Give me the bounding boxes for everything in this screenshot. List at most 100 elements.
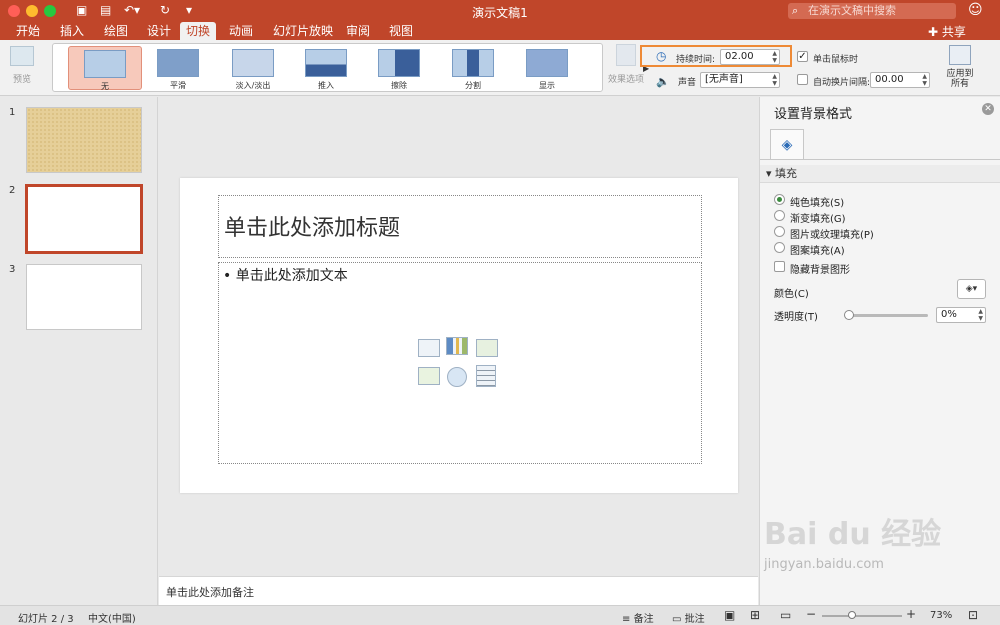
title-placeholder[interactable]: 单击此处添加标题 [218,195,702,258]
insert-chart-icon[interactable] [446,337,468,355]
duration-value: 02.00 [725,51,754,62]
notes-pane[interactable]: 单击此处添加备注 [159,576,758,605]
preview-button[interactable]: 预览 [6,44,38,85]
pattern-fill-label: 图案填充(A) [790,246,845,257]
watermark-brand: Bai du 经验 [764,517,942,552]
duration-stepper-icon[interactable]: ▲ ▼ [772,50,777,64]
hide-background-checkbox[interactable] [774,261,785,272]
content-placeholder[interactable]: • 单击此处添加文本 [218,262,702,464]
solid-fill-radio[interactable] [774,194,785,205]
color-picker-button[interactable]: ◈▾ [957,279,986,299]
tab-animations[interactable]: 动画 [223,22,259,40]
fill-paint-bucket-icon[interactable]: ◈ [770,129,804,159]
tab-review[interactable]: 审阅 [340,22,376,40]
picture-fill-label: 图片或纹理填充(P) [790,230,874,241]
notes-icon: ≡ [622,614,631,625]
title-placeholder-text: 单击此处添加标题 [224,216,401,241]
auto-advance-value: 00.00 [875,74,904,85]
tab-transitions[interactable]: 切换 [180,22,217,40]
transparency-input[interactable]: 0% ▲ ▼ [936,307,986,323]
share-button[interactable]: ✚ 共享 [928,23,966,40]
gradient-fill-radio[interactable] [774,210,785,221]
slide-thumbnail-2[interactable] [25,184,143,254]
notes-toggle-label: 备注 [633,614,654,625]
notes-toggle-button[interactable]: ≡ 备注 [622,610,654,625]
transition-label: 淡入/淡出 [235,81,271,90]
tab-view[interactable]: 视图 [383,22,419,40]
transparency-value: 0% [941,309,957,320]
preview-icon [10,46,34,66]
watermark-url: jingyan.baidu.com [764,557,884,572]
on-click-checkbox[interactable]: ✓ [797,51,808,62]
paint-bucket-icon: ◈▾ [965,284,978,294]
zoom-out-icon[interactable]: − [806,607,816,621]
transitions-ribbon: 预览 无 平滑 淡入/淡出 推入 擦除 分割 显示 ▶ 效果选项 ◷ 持续时间:… [0,40,1000,96]
transition-thumb [157,49,199,77]
insert-table-icon[interactable] [418,339,440,357]
auto-advance-input[interactable]: 00.00 ▲ ▼ [870,72,930,88]
feedback-smiley-icon[interactable]: ☺ [968,2,983,18]
transition-label: 分割 [465,81,481,90]
effect-options-label: 效果选项 [607,75,644,85]
sound-select[interactable]: [无声音] ▲ ▼ [700,72,780,88]
slide-thumbnail-1[interactable] [26,107,142,173]
notes-placeholder: 单击此处添加备注 [166,586,254,599]
tab-draw[interactable]: 绘图 [98,22,134,40]
zoom-slider[interactable] [822,615,902,617]
zoom-level: 73% [930,610,953,621]
auto-advance-checkbox[interactable] [797,74,808,85]
auto-advance-stepper-icon[interactable]: ▲ ▼ [922,73,927,87]
apply-to-all-button[interactable]: 应用到 所有 [940,43,980,89]
slide-number: 1 [9,107,16,118]
transition-thumb [452,49,494,77]
transparency-stepper-icon[interactable]: ▲ ▼ [978,308,983,322]
duration-input[interactable]: 02.00 ▲ ▼ [720,49,780,65]
search-placeholder: 在演示文稿中搜索 [808,4,896,17]
picture-fill-radio[interactable] [774,226,785,237]
insert-smartart-icon[interactable] [476,339,498,357]
collapse-triangle-icon: ▾ [766,167,772,180]
normal-view-icon[interactable]: ▣ [724,608,735,622]
transition-none[interactable]: 无 [68,46,142,91]
transition-thumb [84,50,126,78]
transition-thumb [378,49,420,77]
comments-toggle-button[interactable]: ▭ 批注 [672,610,705,625]
duration-label: 持续时间: [676,55,716,65]
comments-toggle-label: 批注 [684,614,705,625]
transition-split[interactable]: 分割 [443,46,503,90]
pane-title: 设置背景格式 [774,107,853,122]
transition-reveal[interactable]: 显示 [517,46,577,90]
zoom-in-icon[interactable]: + [906,607,916,621]
close-pane-icon[interactable]: ✕ [982,103,994,115]
language-indicator[interactable]: 中文(中国) [88,610,136,625]
transition-morph[interactable]: 平滑 [148,46,208,90]
insert-online-picture-icon[interactable] [447,367,467,387]
hide-background-label: 隐藏背景图形 [790,265,850,276]
tab-insert[interactable]: 插入 [54,22,90,40]
transparency-slider-knob[interactable] [844,310,854,320]
search-input[interactable]: ⌕ 在演示文稿中搜索 [788,3,956,19]
gradient-fill-label: 渐变填充(G) [790,214,846,225]
slide-sorter-view-icon[interactable]: ⊞ [750,608,760,622]
transition-label: 显示 [539,81,555,90]
zoom-slider-knob[interactable] [848,611,856,619]
transparency-slider[interactable] [848,314,928,317]
tab-home[interactable]: 开始 [10,22,46,40]
transition-push[interactable]: 推入 [296,46,356,90]
fit-to-window-icon[interactable]: ⊡ [968,608,978,622]
sound-value: [无声音] [705,74,743,85]
transition-thumb [232,49,274,77]
reading-view-icon[interactable]: ▭ [780,608,791,622]
tab-design[interactable]: 设计 [141,22,177,40]
transition-wipe[interactable]: 擦除 [369,46,429,90]
pattern-fill-radio[interactable] [774,242,785,253]
transition-thumb [526,49,568,77]
tab-slideshow[interactable]: 幻灯片放映 [267,22,339,40]
status-bar: 幻灯片 2 / 3 中文(中国) ≡ 备注 ▭ 批注 ▣ ⊞ ▭ − + 73%… [0,605,1000,625]
transition-fade[interactable]: 淡入/淡出 [223,46,283,90]
insert-video-icon[interactable] [476,365,496,387]
slide-thumbnail-3[interactable] [26,264,142,330]
fill-section-header[interactable]: ▾ 填充 [760,165,1000,183]
insert-picture-icon[interactable] [418,367,440,385]
content-placeholder-text: • 单击此处添加文本 [223,268,348,284]
